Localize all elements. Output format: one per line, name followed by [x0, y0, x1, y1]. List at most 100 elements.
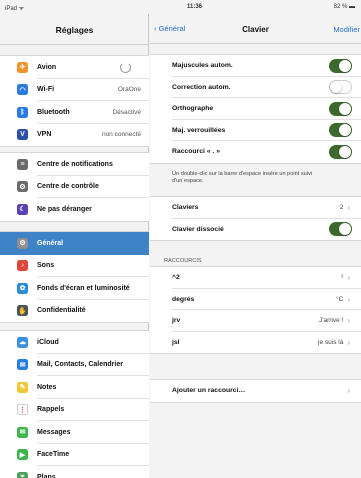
setting-row-orthographe: Orthographe — [150, 98, 361, 120]
icloud-icon: ☁ — [17, 336, 28, 348]
sidebar-item-label: Mail, Contacts, Calendrier — [37, 361, 123, 369]
setting-row-majuscules-autom: Majuscules autom. — [150, 55, 361, 77]
setting-row-clavier-dissocie: Clavier dissocié — [150, 219, 361, 241]
sidebar-item-label: Avion — [37, 63, 57, 71]
sidebar-divider — [0, 44, 149, 45]
toggle-knob — [339, 124, 351, 137]
sidebar-item-label: Plans — [37, 473, 56, 478]
sidebar-item-plans[interactable]: ⌖ Plans — [0, 466, 149, 478]
chevron-right-icon: › — [347, 386, 350, 396]
wifi-icon: ◠ — [17, 84, 28, 96]
sidebar-item-value: non connecté — [101, 131, 141, 139]
toggle-knob — [339, 223, 351, 236]
sidebar-item-bluetooth[interactable]: ᛒ Bluetooth Désactivé — [0, 101, 149, 124]
status-carrier: iPad ᯤ — [5, 6, 25, 12]
control-center-icon: ⚙ — [17, 181, 28, 193]
sidebar-item-general[interactable]: ⚙ Général — [0, 232, 149, 255]
facetime-icon: ▶ — [17, 449, 28, 461]
status-battery: 82 % ▬ — [333, 4, 355, 10]
sidebar-item-mail-contacts-calendrier[interactable]: ✉ Mail, Contacts, Calendrier — [0, 354, 149, 377]
setting-value: 2 — [339, 204, 344, 212]
airplane-mode-toggle[interactable] — [120, 61, 131, 73]
settings-sidebar: Réglages ✈ Avion ◠ Wi-Fi OraOne ᛒ Bluetooth Dés… — [0, 14, 149, 478]
shortcut-label: ^2 — [172, 274, 180, 282]
setting-label: Claviers — [172, 204, 199, 212]
keyboard-settings-pane: ‹ Général Clavier Modifier Majuscules au… — [150, 14, 361, 478]
shortcut-note: Un double-clic sur la barre d'espace ins… — [172, 171, 313, 185]
sidebar-item-centre-de-notifications[interactable]: ≡ Centre de notifications — [0, 153, 149, 176]
sidebar-item-fonds-d-ecran-et-luminosite[interactable]: ✿ Fonds d'écran et luminosité — [0, 277, 149, 300]
shortcut-phrase: ² — [341, 274, 344, 282]
edit-button[interactable]: Modifier — [333, 25, 360, 34]
shortcut-label: jsl — [172, 338, 180, 346]
sidebar-item-messages[interactable]: ✉ Messages — [0, 421, 149, 444]
sidebar-item-vpn[interactable]: V VPN non connecté — [0, 124, 149, 147]
sidebar-item-label: Centre de contrôle — [37, 183, 99, 191]
chevron-right-icon: › — [347, 316, 350, 326]
shortcuts-group: ^2 ² › degrés °C › jrv J'arrive ! › jsl je suis là… — [150, 266, 361, 354]
setting-row-raccourci: Raccourci « . » — [150, 141, 361, 163]
sidebar-item-label: FaceTime — [37, 451, 70, 459]
toggle-orthographe[interactable] — [329, 101, 352, 116]
sidebar-item-sons[interactable]: ♪ Sons — [0, 255, 149, 278]
toggle-correction-autom[interactable] — [329, 80, 352, 95]
sidebar-item-label: Sons — [37, 262, 55, 270]
toggle-clavier-dissocie[interactable] — [329, 222, 352, 237]
wallpaper-icon: ✿ — [17, 282, 28, 294]
sidebar-item-rappels[interactable]: ⋮ Rappels — [0, 399, 149, 422]
shortcut-phrase: J'arrive ! — [318, 317, 344, 325]
keyboards-group: Claviers 2 › Clavier dissocié — [150, 196, 361, 241]
sidebar-item-ne-pas-deranger[interactable]: ☾ Ne pas déranger — [0, 198, 149, 221]
sidebar-group-connectivity: ✈ Avion ◠ Wi-Fi OraOne ᛒ Bluetooth Désactivé V VP… — [0, 55, 149, 147]
toggle-majuscules-autom[interactable] — [329, 58, 352, 73]
setting-label: Maj. verrouillées — [172, 126, 226, 134]
airplane-icon: ✈ — [17, 61, 28, 73]
setting-label: Raccourci « . » — [172, 148, 220, 156]
page-title: Clavier — [242, 25, 269, 34]
notes-icon: ✎ — [17, 381, 28, 393]
vpn-icon: V — [17, 129, 28, 141]
setting-label: Correction autom. — [172, 83, 231, 91]
sidebar-item-label: Rappels — [37, 406, 65, 414]
toggle-raccourci[interactable] — [329, 144, 352, 159]
sidebar-item-label: Wi-Fi — [37, 86, 55, 94]
setting-label: Clavier dissocié — [172, 225, 224, 233]
maps-icon: ⌖ — [17, 471, 28, 478]
sidebar-item-confidentialite[interactable]: ✋ Confidentialité — [0, 300, 149, 323]
notifications-icon: ≡ — [17, 158, 28, 170]
add-shortcut-group: Ajouter un raccourci… › — [150, 379, 361, 403]
sidebar-item-facetime[interactable]: ▶ FaceTime — [0, 444, 149, 467]
shortcut-row[interactable]: jrv J'arrive ! › — [150, 310, 361, 332]
bluetooth-icon: ᛒ — [17, 106, 28, 118]
sidebar-group-notifications: ≡ Centre de notifications ⚙ Centre de contr… — [0, 152, 149, 222]
sidebar-item-centre-de-controle[interactable]: ⚙ Centre de contrôle — [0, 176, 149, 199]
nav-bar: ‹ Général Clavier Modifier — [150, 14, 361, 44]
shortcut-row[interactable]: degrés °C › — [150, 289, 361, 311]
sidebar-item-label: Ne pas déranger — [37, 205, 92, 213]
setting-label: Majuscules autom. — [172, 62, 233, 70]
sidebar-item-notes[interactable]: ✎ Notes — [0, 376, 149, 399]
sidebar-item-label: Confidentialité — [37, 307, 86, 315]
add-shortcut-row[interactable]: Ajouter un raccourci… › — [150, 380, 361, 402]
sidebar-item-icloud[interactable]: ☁ iCloud — [0, 331, 149, 354]
sidebar-group-general: ⚙ Général ♪ Sons ✿ Fonds d'écran et luminosit… — [0, 231, 149, 323]
setting-row-maj-verrouillees: Maj. verrouillées — [150, 120, 361, 142]
toggle-maj-verrouillees[interactable] — [329, 123, 352, 138]
sidebar-item-avion[interactable]: ✈ Avion — [0, 56, 149, 79]
shortcut-row[interactable]: ^2 ² › — [150, 267, 361, 289]
toggle-knob — [339, 59, 351, 72]
do-not-disturb-icon: ☾ — [17, 203, 28, 215]
sidebar-item-label: Général — [37, 239, 64, 247]
chevron-right-icon: › — [347, 337, 350, 347]
shortcut-row[interactable]: jsl je suis là › — [150, 332, 361, 354]
chevron-right-icon: › — [347, 203, 350, 213]
sidebar-item-wi-fi[interactable]: ◠ Wi-Fi OraOne — [0, 79, 149, 102]
sidebar-item-value: Désactivé — [112, 108, 141, 116]
chevron-right-icon: › — [347, 273, 350, 283]
sidebar-item-label: Fonds d'écran et luminosité — [37, 284, 130, 292]
setting-row-claviers[interactable]: Claviers 2 › — [150, 197, 361, 219]
add-shortcut-label: Ajouter un raccourci… — [172, 387, 246, 395]
privacy-icon: ✋ — [17, 305, 28, 317]
sidebar-group-apps: ☁ iCloud ✉ Mail, Contacts, Calendrier ✎ Notes… — [0, 330, 149, 478]
shortcut-label: degrés — [172, 295, 195, 303]
